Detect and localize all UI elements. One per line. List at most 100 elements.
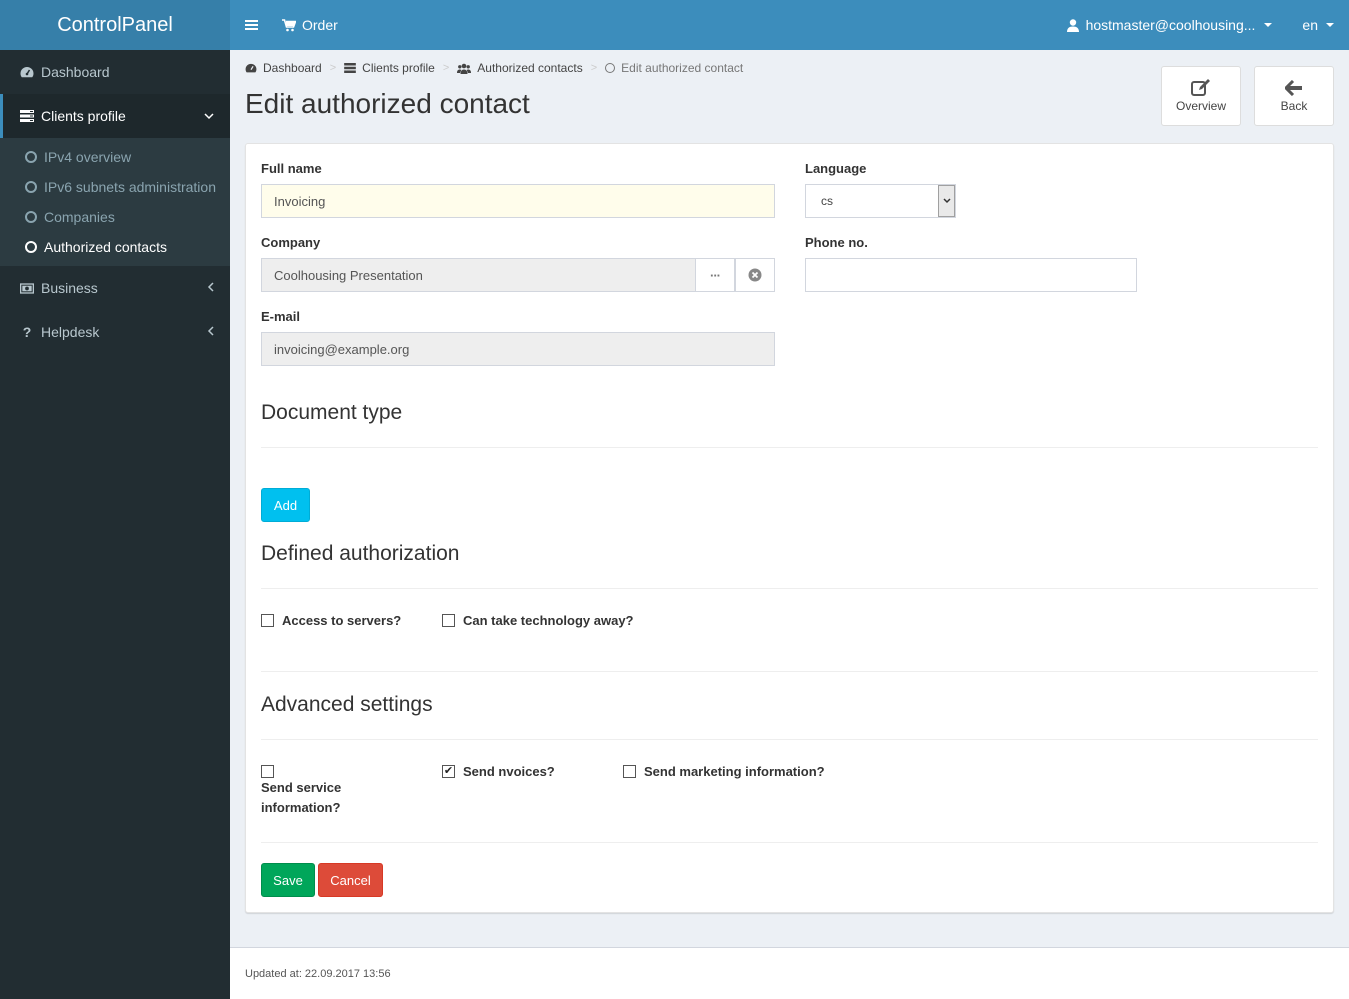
footer: Updated at: 22.09.2017 13:56 <box>230 947 1349 999</box>
chevron-down-icon <box>204 109 214 123</box>
arrow-left-icon <box>1285 79 1302 96</box>
full-name-input[interactable]: Invoicing <box>261 184 775 218</box>
sidebar-item-label: Dashboard <box>41 64 110 80</box>
checkbox-label: Send nvoices? <box>463 764 555 779</box>
check-icon: ✔ <box>443 765 454 777</box>
company-select-button[interactable]: ··· <box>695 258 735 292</box>
email-input[interactable]: invoicing@example.org <box>261 332 775 366</box>
breadcrumb-separator: > <box>590 62 598 74</box>
company-input[interactable]: Coolhousing Presentation <box>261 258 696 292</box>
hamburger-icon <box>244 24 258 26</box>
email-label: E-mail <box>261 309 301 324</box>
circle-icon <box>25 211 37 223</box>
edit-icon <box>1191 79 1210 96</box>
ellipsis-icon: ··· <box>710 267 721 283</box>
sidebar-item-business[interactable]: Business <box>0 266 230 310</box>
cancel-button[interactable]: Cancel <box>318 863 383 897</box>
edit-contact-form: Full name Invoicing Company Coolhousing … <box>245 143 1334 913</box>
sidebar-toggle-button[interactable] <box>230 0 272 50</box>
phone-input[interactable] <box>805 258 1137 292</box>
back-button[interactable]: Back <box>1254 66 1334 126</box>
phone-label: Phone no. <box>805 235 868 250</box>
back-label: Back <box>1280 98 1308 113</box>
app-logo[interactable]: ControlPanel <box>0 0 230 50</box>
breadcrumb-label: Edit authorized contact <box>621 61 744 75</box>
user-icon <box>1066 18 1079 32</box>
sidebar-subitem-label: IPv6 subnets administration <box>44 179 216 195</box>
divider <box>261 447 1318 448</box>
sidebar-subitem-label: Companies <box>44 209 115 225</box>
send-marketing-info-checkbox[interactable]: Send marketing information? <box>623 762 825 782</box>
sidebar-item-clients-profile[interactable]: Clients profile <box>0 94 230 138</box>
divider <box>261 842 1318 843</box>
sidebar-item-helpdesk[interactable]: ? Helpdesk <box>0 310 230 354</box>
advanced-settings-title: Advanced settings <box>261 693 433 716</box>
breadcrumb-authorized-contacts[interactable]: Authorized contacts <box>457 61 583 75</box>
cart-icon <box>282 18 296 31</box>
list-icon <box>20 110 34 122</box>
sidebar-subitem-companies[interactable]: Companies <box>0 202 230 232</box>
send-service-info-checkbox[interactable]: Send service information? <box>261 762 391 818</box>
circle-icon <box>605 63 616 73</box>
user-menu[interactable]: hostmaster@coolhousing... <box>1052 17 1288 33</box>
checkbox-label: Send marketing information? <box>644 764 825 779</box>
checkbox-box[interactable] <box>261 614 274 627</box>
checkbox-label: Can take technology away? <box>463 613 634 628</box>
sidebar-subitem-label: Authorized contacts <box>44 239 167 255</box>
divider <box>261 739 1318 740</box>
sidebar-subitem-ipv6-subnets[interactable]: IPv6 subnets administration <box>0 172 230 202</box>
defined-authorization-title: Defined authorization <box>261 542 460 565</box>
document-type-title: Document type <box>261 401 403 424</box>
divider <box>261 588 1318 589</box>
language-menu[interactable]: en <box>1287 17 1349 33</box>
overview-button[interactable]: Overview <box>1161 66 1241 126</box>
checkbox-box[interactable] <box>623 765 636 778</box>
language-label: en <box>1302 17 1318 33</box>
checkbox-box[interactable]: ✔ <box>442 765 455 778</box>
breadcrumb-separator: > <box>442 62 450 74</box>
money-icon <box>20 282 34 294</box>
breadcrumb: Dashboard > Clients profile > Authorized… <box>245 61 743 75</box>
save-button[interactable]: Save <box>261 863 315 897</box>
breadcrumb-separator: > <box>329 62 337 74</box>
overview-label: Overview <box>1175 99 1226 113</box>
sidebar-subitem-ipv4-overview[interactable]: IPv4 overview <box>0 142 230 172</box>
send-invoices-checkbox[interactable]: ✔ Send nvoices? <box>442 762 555 782</box>
divider <box>261 671 1318 672</box>
company-clear-button[interactable] <box>735 258 775 292</box>
caret-down-icon <box>1264 23 1273 27</box>
user-email: hostmaster@coolhousing... <box>1085 17 1256 33</box>
top-navbar: Order hostmaster@coolhousing... en <box>230 0 1349 50</box>
list-icon <box>344 63 356 73</box>
clients-profile-submenu: IPv4 overview IPv6 subnets administratio… <box>0 138 230 266</box>
access-to-servers-checkbox[interactable]: Access to servers? <box>261 611 401 631</box>
sidebar-item-label: Business <box>41 280 98 296</box>
add-document-button[interactable]: Add <box>261 488 310 522</box>
page-title: Edit authorized contact <box>245 88 530 119</box>
updated-at-text: Updated at: 22.09.2017 13:56 <box>245 968 391 980</box>
circle-icon <box>25 181 37 193</box>
sidebar-item-label: Clients profile <box>41 108 126 124</box>
chevron-left-icon <box>207 281 214 295</box>
language-value: cs <box>821 194 833 208</box>
question-icon: ? <box>22 324 32 340</box>
sidebar-item-label: Helpdesk <box>41 324 100 340</box>
checkbox-label: Access to servers? <box>282 613 402 628</box>
chevron-down-icon <box>938 185 955 217</box>
caret-down-icon <box>1326 23 1334 27</box>
language-label: Language <box>805 161 867 176</box>
breadcrumb-label: Dashboard <box>263 61 322 75</box>
breadcrumb-dashboard[interactable]: Dashboard <box>245 61 322 75</box>
sidebar-subitem-authorized-contacts[interactable]: Authorized contacts <box>0 232 230 262</box>
order-label: Order <box>302 17 338 33</box>
order-link[interactable]: Order <box>272 0 348 50</box>
company-label: Company <box>261 235 321 250</box>
breadcrumb-label: Authorized contacts <box>477 61 583 75</box>
sidebar-item-dashboard[interactable]: Dashboard <box>0 50 230 94</box>
take-technology-away-checkbox[interactable]: Can take technology away? <box>442 611 634 631</box>
checkbox-box[interactable] <box>442 614 455 627</box>
breadcrumb-clients-profile[interactable]: Clients profile <box>344 61 435 75</box>
users-icon <box>457 63 472 74</box>
language-select[interactable]: cs <box>805 184 956 218</box>
checkbox-box[interactable] <box>261 765 274 778</box>
